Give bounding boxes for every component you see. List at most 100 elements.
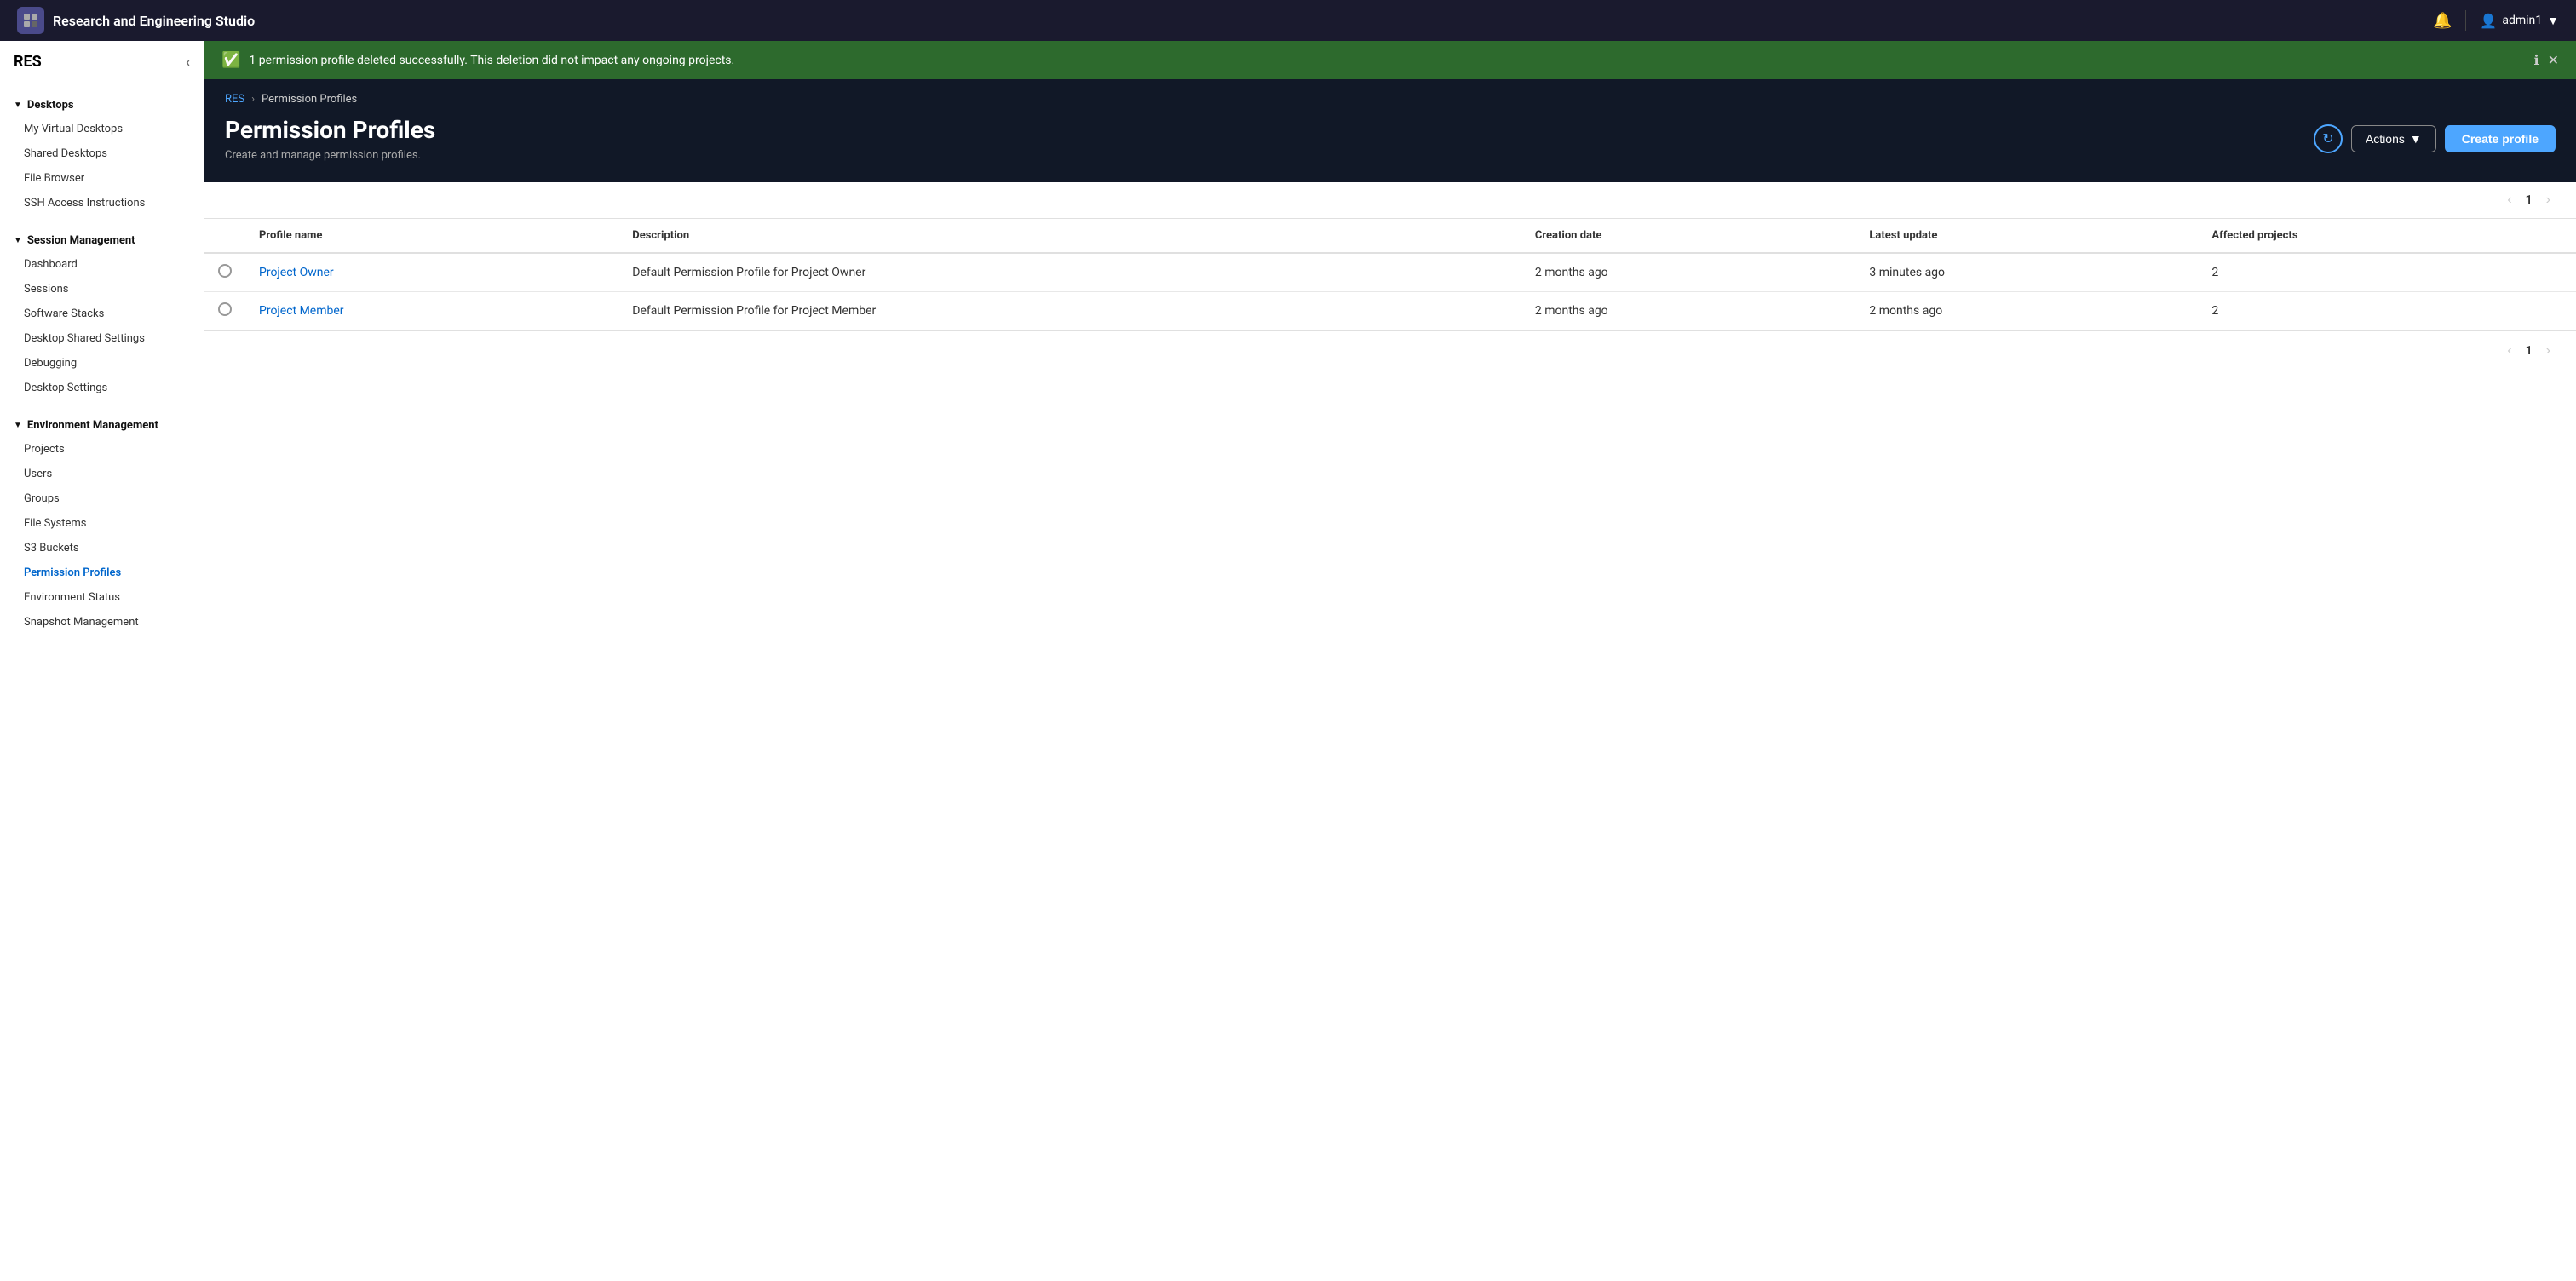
- create-profile-button[interactable]: Create profile: [2445, 125, 2556, 152]
- page-header: RES › Permission Profiles Permission Pro…: [204, 79, 2576, 182]
- sidebar-item-shared-desktops[interactable]: Shared Desktops: [0, 141, 204, 166]
- page-subtitle: Create and manage permission profiles.: [225, 149, 435, 162]
- row2-latest-update-cell: 2 months ago: [1855, 292, 2198, 330]
- sidebar-section-title-environment-management[interactable]: ▼ Environment Management: [0, 414, 204, 437]
- sidebar-item-snapshot-management[interactable]: Snapshot Management: [0, 610, 204, 635]
- logo-icon: [17, 7, 44, 34]
- table-header-creation-date: Creation date: [1521, 219, 1856, 253]
- content-area: ✅ 1 permission profile deleted successfu…: [204, 41, 2576, 1281]
- app-title: Research and Engineering Studio: [53, 13, 255, 29]
- sidebar-item-desktop-shared-settings[interactable]: Desktop Shared Settings: [0, 326, 204, 351]
- table-row: Project Member Default Permission Profil…: [204, 292, 2576, 330]
- sidebar-item-my-virtual-desktops[interactable]: My Virtual Desktops: [0, 117, 204, 141]
- table-header-profile-name: Profile name: [245, 219, 618, 253]
- user-menu[interactable]: 👤 admin1 ▼: [2480, 13, 2559, 29]
- desktops-label: Desktops: [27, 99, 74, 112]
- sidebar-item-debugging[interactable]: Debugging: [0, 351, 204, 376]
- sidebar-section-title-desktops[interactable]: ▼ Desktops: [0, 94, 204, 117]
- success-message: 1 permission profile deleted successfull…: [249, 54, 2525, 67]
- top-nav: Research and Engineering Studio 🔔 👤 admi…: [0, 0, 2576, 41]
- sidebar-item-users[interactable]: Users: [0, 462, 204, 486]
- page-title: Permission Profiles: [225, 116, 435, 144]
- sidebar-item-ssh-access[interactable]: SSH Access Instructions: [0, 191, 204, 215]
- session-management-label: Session Management: [27, 234, 135, 247]
- actions-dropdown-icon: ▼: [2410, 132, 2422, 146]
- sidebar-collapse-button[interactable]: ‹: [186, 54, 190, 70]
- main-layout: RES ‹ ▼ Desktops My Virtual Desktops Sha…: [0, 41, 2576, 1281]
- environment-management-arrow-icon: ▼: [14, 421, 22, 430]
- environment-management-label: Environment Management: [27, 419, 158, 432]
- sidebar: RES ‹ ▼ Desktops My Virtual Desktops Sha…: [0, 41, 204, 1281]
- nav-divider: [2465, 10, 2466, 31]
- table-header: Profile name Description Creation date L…: [204, 219, 2576, 253]
- pagination-bottom: ‹ 1 ›: [204, 330, 2576, 371]
- sidebar-section-desktops: ▼ Desktops My Virtual Desktops Shared De…: [0, 83, 204, 219]
- prev-page-button-bottom[interactable]: ‹: [2502, 342, 2516, 360]
- page-actions: ↻ Actions ▼ Create profile: [2314, 124, 2556, 153]
- breadcrumb-home[interactable]: RES: [225, 93, 244, 106]
- row2-creation-date-cell: 2 months ago: [1521, 292, 1856, 330]
- row2-radio-button[interactable]: [218, 302, 232, 316]
- row2-description-cell: Default Permission Profile for Project M…: [618, 292, 1521, 330]
- row1-latest-update-cell: 3 minutes ago: [1855, 253, 2198, 292]
- info-icon[interactable]: ℹ: [2534, 52, 2539, 68]
- success-banner: ✅ 1 permission profile deleted successfu…: [204, 41, 2576, 79]
- row1-profile-name-cell: Project Owner: [245, 253, 618, 292]
- sidebar-item-file-systems[interactable]: File Systems: [0, 511, 204, 536]
- page-title-group: Permission Profiles Create and manage pe…: [225, 116, 435, 162]
- sidebar-item-file-browser[interactable]: File Browser: [0, 166, 204, 191]
- banner-close-button[interactable]: ✕: [2548, 52, 2559, 68]
- actions-button[interactable]: Actions ▼: [2351, 125, 2436, 152]
- sidebar-title: RES: [14, 53, 42, 71]
- sidebar-section-title-session-management[interactable]: ▼ Session Management: [0, 229, 204, 252]
- sidebar-item-environment-status[interactable]: Environment Status: [0, 585, 204, 610]
- top-nav-actions: 🔔 👤 admin1 ▼: [2433, 10, 2559, 31]
- row2-select-cell: [204, 292, 245, 330]
- next-page-button-bottom[interactable]: ›: [2541, 342, 2556, 360]
- page-number-bottom: 1: [2526, 344, 2533, 358]
- page-number-top: 1: [2526, 193, 2533, 207]
- sidebar-header: RES ‹: [0, 41, 204, 83]
- sidebar-section-environment-management: ▼ Environment Management Projects Users …: [0, 404, 204, 638]
- sidebar-item-sessions[interactable]: Sessions: [0, 277, 204, 302]
- row1-creation-date-cell: 2 months ago: [1521, 253, 1856, 292]
- next-page-button-top[interactable]: ›: [2541, 191, 2556, 210]
- sidebar-item-desktop-settings[interactable]: Desktop Settings: [0, 376, 204, 400]
- row2-profile-link[interactable]: Project Member: [259, 304, 344, 318]
- app-logo: Research and Engineering Studio: [17, 7, 255, 34]
- refresh-button[interactable]: ↻: [2314, 124, 2343, 153]
- bell-icon[interactable]: 🔔: [2433, 12, 2452, 30]
- session-management-arrow-icon: ▼: [14, 236, 22, 245]
- sidebar-item-permission-profiles[interactable]: Permission Profiles: [0, 560, 204, 585]
- success-icon: ✅: [221, 51, 240, 69]
- user-name: admin1: [2502, 14, 2542, 27]
- table-row: Project Owner Default Permission Profile…: [204, 253, 2576, 292]
- sidebar-section-session-management: ▼ Session Management Dashboard Sessions …: [0, 219, 204, 404]
- row1-profile-link[interactable]: Project Owner: [259, 266, 334, 279]
- prev-page-button-top[interactable]: ‹: [2502, 191, 2516, 210]
- row1-radio-button[interactable]: [218, 264, 232, 278]
- table-header-description: Description: [618, 219, 1521, 253]
- dropdown-icon: ▼: [2547, 14, 2559, 28]
- sidebar-item-s3-buckets[interactable]: S3 Buckets: [0, 536, 204, 560]
- sidebar-item-software-stacks[interactable]: Software Stacks: [0, 302, 204, 326]
- sidebar-item-groups[interactable]: Groups: [0, 486, 204, 511]
- row1-affected-projects-cell: 2: [2198, 253, 2576, 292]
- row2-profile-name-cell: Project Member: [245, 292, 618, 330]
- table-header-affected-projects: Affected projects: [2198, 219, 2576, 253]
- row1-description-cell: Default Permission Profile for Project O…: [618, 253, 1521, 292]
- breadcrumb-current: Permission Profiles: [262, 93, 357, 106]
- desktops-arrow-icon: ▼: [14, 101, 22, 110]
- sidebar-item-dashboard[interactable]: Dashboard: [0, 252, 204, 277]
- table-header-latest-update: Latest update: [1855, 219, 2198, 253]
- actions-label: Actions: [2366, 132, 2405, 146]
- table-body: Project Owner Default Permission Profile…: [204, 253, 2576, 330]
- page-title-row: Permission Profiles Create and manage pe…: [225, 116, 2556, 162]
- permission-profiles-table: Profile name Description Creation date L…: [204, 219, 2576, 330]
- pagination-top: ‹ 1 ›: [204, 182, 2576, 219]
- table-header-select: [204, 219, 245, 253]
- sidebar-item-projects[interactable]: Projects: [0, 437, 204, 462]
- user-icon: 👤: [2480, 13, 2497, 29]
- breadcrumb: RES › Permission Profiles: [225, 93, 2556, 106]
- row2-affected-projects-cell: 2: [2198, 292, 2576, 330]
